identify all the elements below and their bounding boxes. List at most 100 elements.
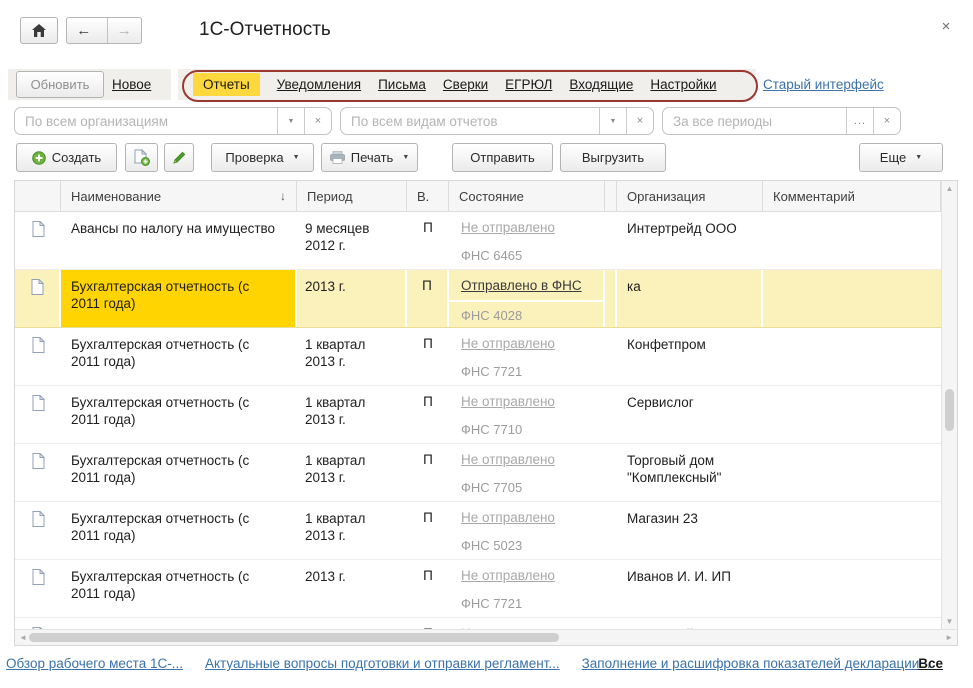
report-period: 9 месяцев 2012 г. — [297, 212, 407, 269]
chevron-down-icon[interactable]: ▼ — [277, 108, 304, 134]
forward-icon[interactable]: → — [107, 18, 142, 43]
tab-egrul[interactable]: ЕГРЮЛ — [505, 77, 552, 92]
scroll-down-icon[interactable]: ▼ — [942, 617, 957, 626]
tab-incoming[interactable]: Входящие — [569, 77, 633, 92]
status-link[interactable]: Не отправлено — [461, 394, 555, 409]
table-row[interactable]: Бухгалтерская отчетность (с 2011 года) 2… — [15, 560, 941, 618]
send-button[interactable]: Отправить — [452, 143, 553, 172]
table-row-selected[interactable]: Бухгалтерская отчетность (с 2011 года) 2… — [15, 270, 941, 328]
tab-reports[interactable]: Отчеты — [193, 73, 260, 96]
edit-button[interactable] — [164, 143, 194, 172]
comment — [763, 502, 941, 559]
report-type-filter-input[interactable] — [341, 108, 599, 134]
clear-icon[interactable]: × — [873, 108, 900, 134]
organization: Конфетпром — [617, 328, 763, 385]
horizontal-scrollbar-thumb[interactable] — [29, 633, 559, 642]
column-period[interactable]: Период — [297, 181, 407, 211]
column-spacer — [605, 181, 617, 211]
copy-document-button[interactable] — [125, 143, 158, 172]
status-link[interactable]: Не отправлено — [461, 568, 555, 583]
pencil-icon — [172, 150, 187, 165]
document-icon — [32, 221, 45, 237]
chevron-down-icon[interactable]: ▼ — [599, 108, 626, 134]
scroll-up-icon[interactable]: ▲ — [942, 184, 957, 193]
reports-table: Наименование ↓ Период В. Состояние Орган… — [14, 180, 958, 646]
more-button[interactable]: Еще ▼ — [859, 143, 943, 172]
comment — [763, 212, 941, 269]
export-button[interactable]: Выгрузить — [560, 143, 666, 172]
comment — [763, 560, 941, 617]
table-row[interactable]: Авансы по налогу на имущество 9 месяцев … — [15, 212, 941, 270]
status-link[interactable]: Отправлено в ФНС — [461, 278, 582, 293]
create-button[interactable]: Создать — [16, 143, 117, 172]
period-filter-input[interactable] — [663, 108, 846, 134]
document-icon — [32, 511, 45, 527]
home-button[interactable] — [20, 17, 58, 44]
fns-code: ФНС 5023 — [449, 532, 605, 553]
tab-letters[interactable]: Письма — [378, 77, 426, 92]
document-icon — [32, 569, 45, 585]
report-period: 1 квартал 2013 г. — [297, 328, 407, 385]
close-icon[interactable]: × — [936, 18, 956, 35]
table-row-partial[interactable]: Бухгалтерская отчетность (с 2011 года) 2… — [15, 618, 941, 629]
new-link[interactable]: Новое — [112, 77, 151, 92]
home-icon — [32, 24, 46, 37]
column-icon[interactable] — [15, 181, 61, 211]
status-link[interactable]: Не отправлено — [461, 510, 555, 525]
status-link[interactable]: Не отправлено — [461, 452, 555, 467]
tab-settings[interactable]: Настройки — [650, 77, 716, 92]
old-interface-link[interactable]: Старый интерфейс — [763, 77, 884, 92]
vertical-scrollbar-thumb[interactable] — [945, 389, 954, 431]
sort-desc-icon: ↓ — [280, 189, 286, 203]
fns-code: ФНС 6465 — [449, 242, 605, 263]
report-flag: П — [407, 270, 449, 327]
column-v[interactable]: В. — [407, 181, 449, 211]
report-flag: П — [407, 618, 449, 629]
organization: Магазин 23 — [617, 502, 763, 559]
tab-bar: Отчеты Уведомления Письма Сверки ЕГРЮЛ В… — [193, 69, 717, 100]
status-link[interactable]: Не отправлено — [461, 336, 555, 351]
table-row[interactable]: Бухгалтерская отчетность (с 2011 года) 1… — [15, 328, 941, 386]
table-row[interactable]: Бухгалтерская отчетность (с 2011 года) 1… — [15, 386, 941, 444]
fns-code: ФНС 7721 — [449, 590, 605, 611]
footer-link-declaration[interactable]: Заполнение и расшифровка показателей дек… — [582, 656, 931, 671]
print-button[interactable]: Печать ▼ — [321, 143, 418, 172]
column-state[interactable]: Состояние — [449, 181, 605, 211]
chevron-down-icon: ▼ — [402, 154, 409, 161]
status-link[interactable]: Не отправлено — [461, 220, 555, 235]
document-icon — [32, 395, 45, 411]
column-comment[interactable]: Комментарий — [763, 181, 941, 211]
footer-link-questions[interactable]: Актуальные вопросы подготовки и отправки… — [205, 656, 560, 671]
clear-icon[interactable]: × — [626, 108, 653, 134]
table-body: Авансы по налогу на имущество 9 месяцев … — [15, 212, 941, 629]
horizontal-scrollbar[interactable]: ◄ ► — [15, 629, 957, 645]
clear-icon[interactable]: × — [304, 108, 331, 134]
table-row[interactable]: Бухгалтерская отчетность (с 2011 года) 1… — [15, 502, 941, 560]
column-name[interactable]: Наименование ↓ — [61, 181, 297, 211]
vertical-scrollbar[interactable]: ▲ ▼ — [941, 181, 957, 629]
back-icon[interactable]: ← — [67, 18, 101, 43]
footer-all-link[interactable]: Все — [918, 656, 943, 671]
table-row[interactable]: Бухгалтерская отчетность (с 2011 года) 1… — [15, 444, 941, 502]
check-button[interactable]: Проверка ▼ — [211, 143, 314, 172]
scroll-left-icon[interactable]: ◄ — [19, 633, 27, 642]
organization-filter-input[interactable] — [15, 108, 277, 134]
ellipsis-icon[interactable]: ... — [846, 108, 873, 134]
footer-link-overview[interactable]: Обзор рабочего места 1С-... — [6, 656, 183, 671]
history-nav: ← → — [66, 17, 142, 44]
column-org[interactable]: Организация — [617, 181, 763, 211]
document-icon — [31, 279, 44, 295]
tab-reconciliations[interactable]: Сверки — [443, 77, 488, 92]
report-period: 2013 г. — [297, 618, 407, 629]
report-flag: П — [407, 212, 449, 269]
organization: Сервислог — [617, 386, 763, 443]
tab-notifications[interactable]: Уведомления — [277, 77, 361, 92]
column-name-label: Наименование — [71, 189, 161, 204]
report-name: Бухгалтерская отчетность (с 2011 года) — [61, 328, 297, 385]
refresh-button[interactable]: Обновить — [16, 71, 104, 98]
document-icon — [32, 337, 45, 353]
scroll-right-icon[interactable]: ► — [945, 633, 953, 642]
comment — [763, 328, 941, 385]
comment — [763, 270, 941, 327]
print-button-label: Печать — [351, 150, 394, 165]
